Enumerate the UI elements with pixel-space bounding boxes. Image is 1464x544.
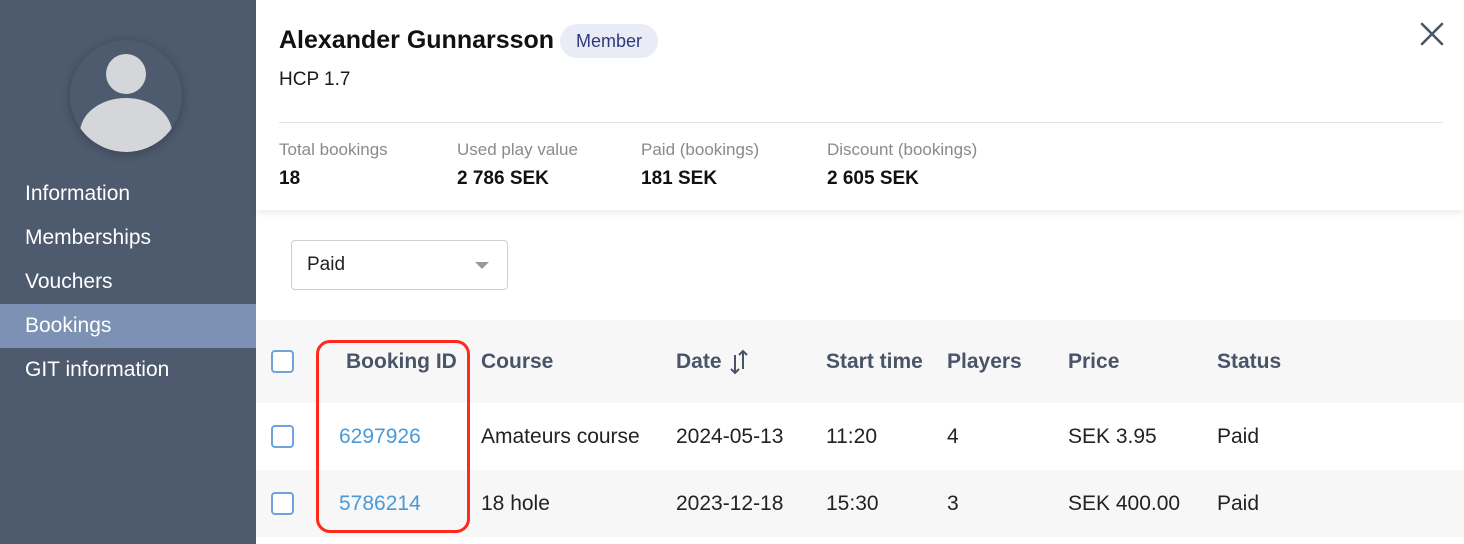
stat-value: 18: [279, 168, 301, 189]
stat-label: Discount (bookings): [827, 140, 978, 159]
stat-used-play-value: Used play value 2 786 SEK: [457, 140, 578, 190]
status-filter-value: Paid: [307, 254, 346, 275]
players-cell: 3: [947, 491, 959, 515]
table-row: 5786214 18 hole 2023-12-18 15:30 3 SEK 4…: [256, 470, 1464, 537]
sidebar-nav: Information Memberships Vouchers Booking…: [0, 172, 256, 392]
column-header-price[interactable]: Price: [1068, 320, 1119, 403]
row-checkbox[interactable]: [271, 492, 294, 515]
stat-discount-bookings: Discount (bookings) 2 605 SEK: [827, 140, 977, 190]
start-time-cell: 15:30: [826, 491, 879, 515]
stat-label: Total bookings: [279, 140, 388, 159]
column-header-booking-id[interactable]: Booking ID: [346, 320, 457, 403]
stat-value: 2 786 SEK: [457, 168, 549, 189]
date-cell: 2023-12-18: [676, 491, 784, 515]
sidebar-item-memberships[interactable]: Memberships: [0, 216, 256, 260]
stat-label: Used play value: [457, 140, 578, 159]
status-cell: Paid: [1217, 424, 1260, 448]
sidebar-item-bookings[interactable]: Bookings: [0, 304, 256, 348]
profile-header: Alexander Gunnarsson Member HCP 1.7 Tota…: [256, 0, 1464, 210]
header-divider: [279, 122, 1443, 123]
sidebar-item-label: GIT information: [25, 358, 170, 381]
sidebar-item-label: Information: [25, 182, 131, 205]
sidebar-item-label: Vouchers: [25, 270, 113, 293]
table-header-row: Booking ID Course Date Start time Player…: [256, 320, 1464, 403]
sidebar-item-information[interactable]: Information: [0, 172, 256, 216]
bookings-table: Booking ID Course Date Start time Player…: [256, 320, 1464, 537]
booking-id-link[interactable]: 5786214: [339, 470, 421, 537]
sidebar-item-label: Memberships: [25, 226, 152, 249]
stat-label: Paid (bookings): [641, 140, 760, 159]
member-badge: Member: [560, 24, 659, 58]
main-panel: Alexander Gunnarsson Member HCP 1.7 Tota…: [256, 0, 1464, 544]
start-time-cell: 11:20: [826, 424, 877, 448]
avatar-head: [106, 54, 146, 94]
stat-total-bookings: Total bookings 18: [279, 140, 388, 190]
course-cell: 18 hole: [481, 491, 550, 515]
price-cell: SEK 400.00: [1068, 491, 1181, 515]
price-cell: SEK 3.95: [1068, 424, 1157, 448]
stat-value: 181 SEK: [641, 168, 718, 189]
caret-down-icon: [475, 262, 489, 269]
status-filter-select[interactable]: Paid: [291, 240, 508, 290]
sidebar-item-vouchers[interactable]: Vouchers: [0, 260, 256, 304]
stat-value: 2 605 SEK: [827, 168, 919, 189]
column-header-start-time[interactable]: Start time: [826, 320, 923, 403]
stat-paid-bookings: Paid (bookings) 181 SEK: [641, 140, 759, 190]
column-header-course[interactable]: Course: [481, 320, 553, 403]
close-icon: [1420, 22, 1444, 46]
column-header-players[interactable]: Players: [947, 320, 1022, 403]
sidebar: Information Memberships Vouchers Booking…: [0, 0, 256, 544]
row-checkbox[interactable]: [271, 425, 294, 448]
course-cell: Amateurs course: [481, 424, 640, 448]
close-button[interactable]: [1416, 18, 1448, 50]
column-header-date[interactable]: Date: [676, 320, 748, 403]
select-all-checkbox[interactable]: [271, 350, 294, 373]
booking-id-link[interactable]: 6297926: [339, 403, 421, 470]
table-row: 6297926 Amateurs course 2024-05-13 11:20…: [256, 403, 1464, 470]
players-cell: 4: [947, 424, 959, 448]
column-header-date-label: Date: [676, 349, 722, 373]
avatar-body: [80, 98, 172, 152]
avatar: [70, 40, 182, 152]
member-name: Alexander Gunnarsson: [279, 26, 555, 54]
sort-icon[interactable]: [729, 349, 748, 375]
date-cell: 2024-05-13: [676, 424, 784, 448]
column-header-status[interactable]: Status: [1217, 320, 1281, 403]
handicap: HCP 1.7: [279, 69, 351, 90]
status-cell: Paid: [1217, 491, 1260, 515]
sidebar-item-git-information[interactable]: GIT information: [0, 348, 256, 392]
sidebar-item-label: Bookings: [25, 314, 112, 337]
